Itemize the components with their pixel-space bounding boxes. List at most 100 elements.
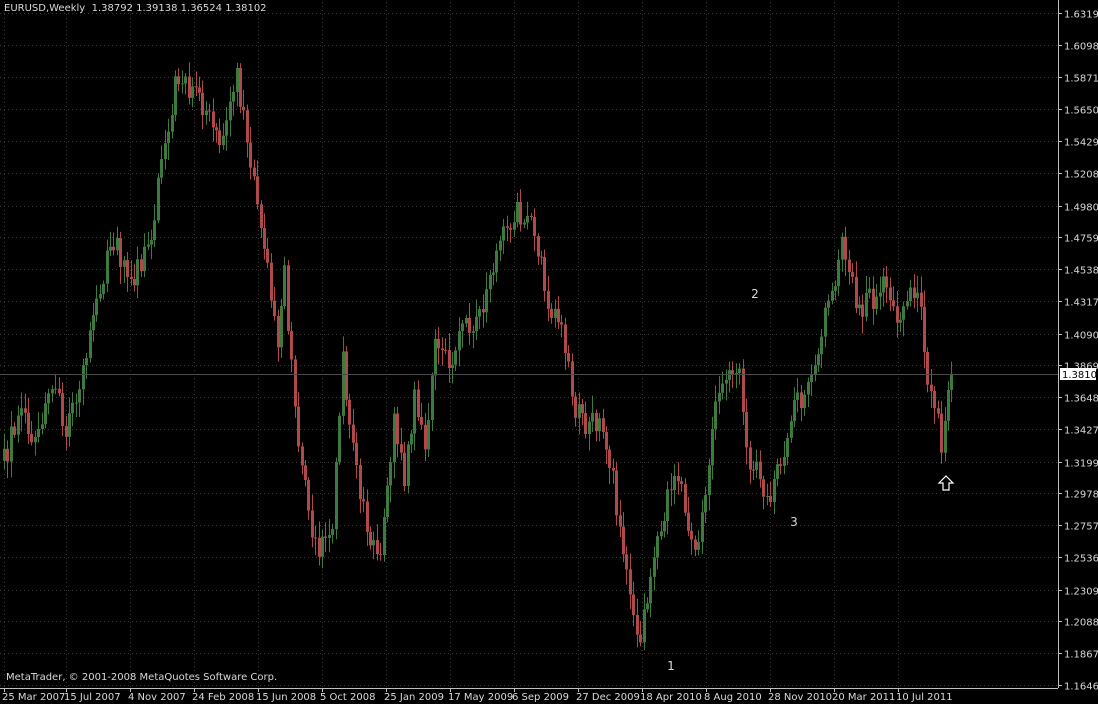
candle <box>92 302 95 342</box>
y-tick-label: 1.29785 <box>1064 490 1098 501</box>
candle-body <box>820 336 823 355</box>
y-tick-label: 1.43175 <box>1064 298 1098 309</box>
candle <box>844 226 847 277</box>
candle <box>537 233 540 265</box>
candle-body <box>506 226 509 228</box>
candle-body <box>427 419 430 450</box>
y-tick-label: 1.23090 <box>1064 587 1098 598</box>
candle <box>882 267 885 307</box>
candle-body <box>509 227 512 230</box>
candle-body <box>54 388 57 390</box>
candle-body <box>513 222 516 230</box>
candle-body <box>670 489 673 491</box>
candle <box>708 458 711 511</box>
candle-body <box>793 400 796 422</box>
candle-body <box>229 101 232 121</box>
candle-body <box>95 298 98 316</box>
candle-body <box>431 375 434 420</box>
candle <box>574 391 577 427</box>
candle-body <box>855 276 858 309</box>
candle <box>673 464 676 505</box>
candle-body <box>817 354 820 366</box>
candle <box>321 529 324 569</box>
candle-body <box>660 531 663 537</box>
candle-body <box>177 76 180 85</box>
candle <box>663 512 666 538</box>
candle <box>434 329 437 391</box>
candle <box>885 266 888 303</box>
candle-body <box>6 448 9 462</box>
candle <box>27 397 30 445</box>
candle-body <box>755 461 758 470</box>
candle <box>280 298 283 359</box>
candle <box>755 449 758 479</box>
candle-body <box>595 412 598 432</box>
candle-body <box>147 244 150 247</box>
candle <box>533 208 536 252</box>
candle <box>393 407 396 479</box>
candle <box>837 249 840 296</box>
candle-body <box>892 300 895 307</box>
candle <box>212 98 215 142</box>
candle <box>584 401 587 439</box>
candle-body <box>742 368 745 413</box>
candle-body <box>41 424 44 429</box>
candle-body <box>389 462 392 486</box>
candle <box>639 620 642 647</box>
candle <box>403 441 406 492</box>
candle <box>608 445 611 485</box>
candle <box>157 173 160 224</box>
candle-body <box>680 481 683 485</box>
candle <box>543 249 546 302</box>
candle-body <box>571 361 574 397</box>
chart-axes: 1.63195 1.60985 1.58710 1.56500 1.54290 1.520… <box>0 0 1098 703</box>
candle <box>437 327 440 365</box>
candle <box>790 415 793 443</box>
candle-body <box>632 594 635 615</box>
candle-body <box>619 515 622 527</box>
candle-body <box>413 389 416 434</box>
candle <box>588 416 591 451</box>
candle-body <box>523 222 526 225</box>
candle-body <box>766 495 769 497</box>
candle <box>851 263 854 284</box>
candle-body <box>119 237 122 267</box>
candle-body <box>759 461 762 480</box>
candle-body <box>181 83 184 85</box>
candle-body <box>810 374 813 383</box>
candle-body <box>807 382 810 395</box>
candle-body <box>280 306 283 348</box>
candle-body <box>738 368 741 374</box>
candle-body <box>673 475 676 491</box>
candle <box>324 522 327 552</box>
candle <box>519 189 522 232</box>
candle <box>892 286 895 311</box>
candle <box>615 461 618 526</box>
candle <box>454 346 457 372</box>
candle <box>902 301 905 337</box>
candle-body <box>304 465 307 481</box>
candle-body <box>205 110 208 116</box>
candle <box>766 483 769 506</box>
candle <box>236 62 239 107</box>
candle-body <box>933 390 936 409</box>
candle <box>109 231 112 257</box>
y-tick-label: 1.56500 <box>1064 106 1098 117</box>
candle-body <box>417 389 420 418</box>
candle <box>386 477 389 523</box>
candle <box>461 319 464 348</box>
candle-body <box>557 308 560 323</box>
candle-body <box>779 464 782 466</box>
candle-body <box>273 300 276 317</box>
candle-body <box>533 217 536 237</box>
y-tick-label: 1.20880 <box>1064 618 1098 629</box>
x-tick-label: 8 Aug 2010 <box>704 692 762 703</box>
candle-body <box>342 351 345 416</box>
candle <box>581 398 584 426</box>
copyright-label: MetaTrader, © 2001-2008 MetaQuotes Softw… <box>6 672 278 683</box>
candle <box>263 213 266 260</box>
candle <box>701 499 704 555</box>
x-tick-label: 10 Jul 2011 <box>896 692 953 703</box>
candle-body <box>885 276 888 288</box>
candle <box>30 420 33 446</box>
